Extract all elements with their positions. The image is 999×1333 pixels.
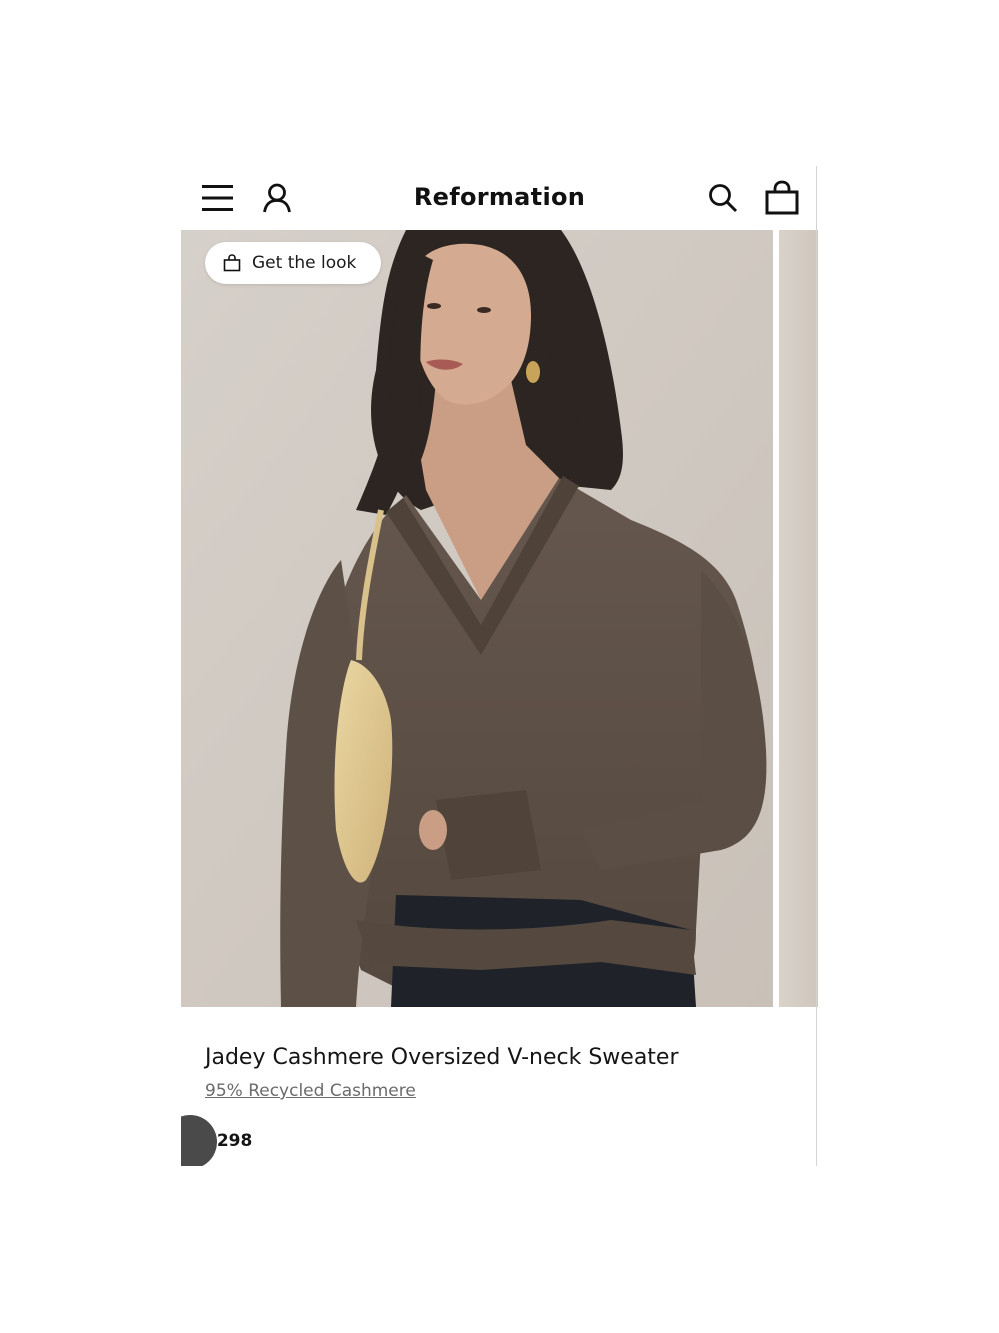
next-product-image[interactable] bbox=[779, 230, 818, 1007]
get-the-look-label: Get the look bbox=[252, 253, 357, 273]
shopping-bag-icon bbox=[223, 254, 241, 272]
screen-edge-divider bbox=[816, 166, 817, 1166]
bag-button[interactable] bbox=[758, 174, 806, 222]
brand-logo[interactable]: Reformation bbox=[341, 176, 658, 218]
search-icon bbox=[709, 184, 738, 213]
product-title: Jadey Cashmere Oversized V-neck Sweater bbox=[205, 1045, 679, 1070]
product-image[interactable]: Get the look bbox=[181, 230, 773, 1007]
account-button[interactable] bbox=[253, 174, 301, 222]
get-the-look-button[interactable]: Get the look bbox=[205, 242, 381, 284]
product-info: Jadey Cashmere Oversized V-neck Sweater … bbox=[181, 1007, 818, 1166]
bag-icon bbox=[765, 180, 799, 215]
menu-button[interactable] bbox=[194, 174, 242, 222]
floating-assist-button[interactable] bbox=[181, 1115, 217, 1166]
product-photo bbox=[181, 230, 773, 1007]
material-link[interactable]: 95% Recycled Cashmere bbox=[205, 1081, 416, 1101]
page: Reformation Get the look Jadey Cashmere … bbox=[0, 0, 999, 1333]
product-gallery[interactable]: Get the look bbox=[181, 230, 818, 1007]
site-header: Reformation bbox=[181, 166, 818, 230]
account-icon bbox=[263, 183, 291, 213]
search-button[interactable] bbox=[699, 174, 747, 222]
mobile-screen: Reformation Get the look Jadey Cashmere … bbox=[181, 166, 818, 1166]
menu-icon bbox=[202, 185, 233, 211]
